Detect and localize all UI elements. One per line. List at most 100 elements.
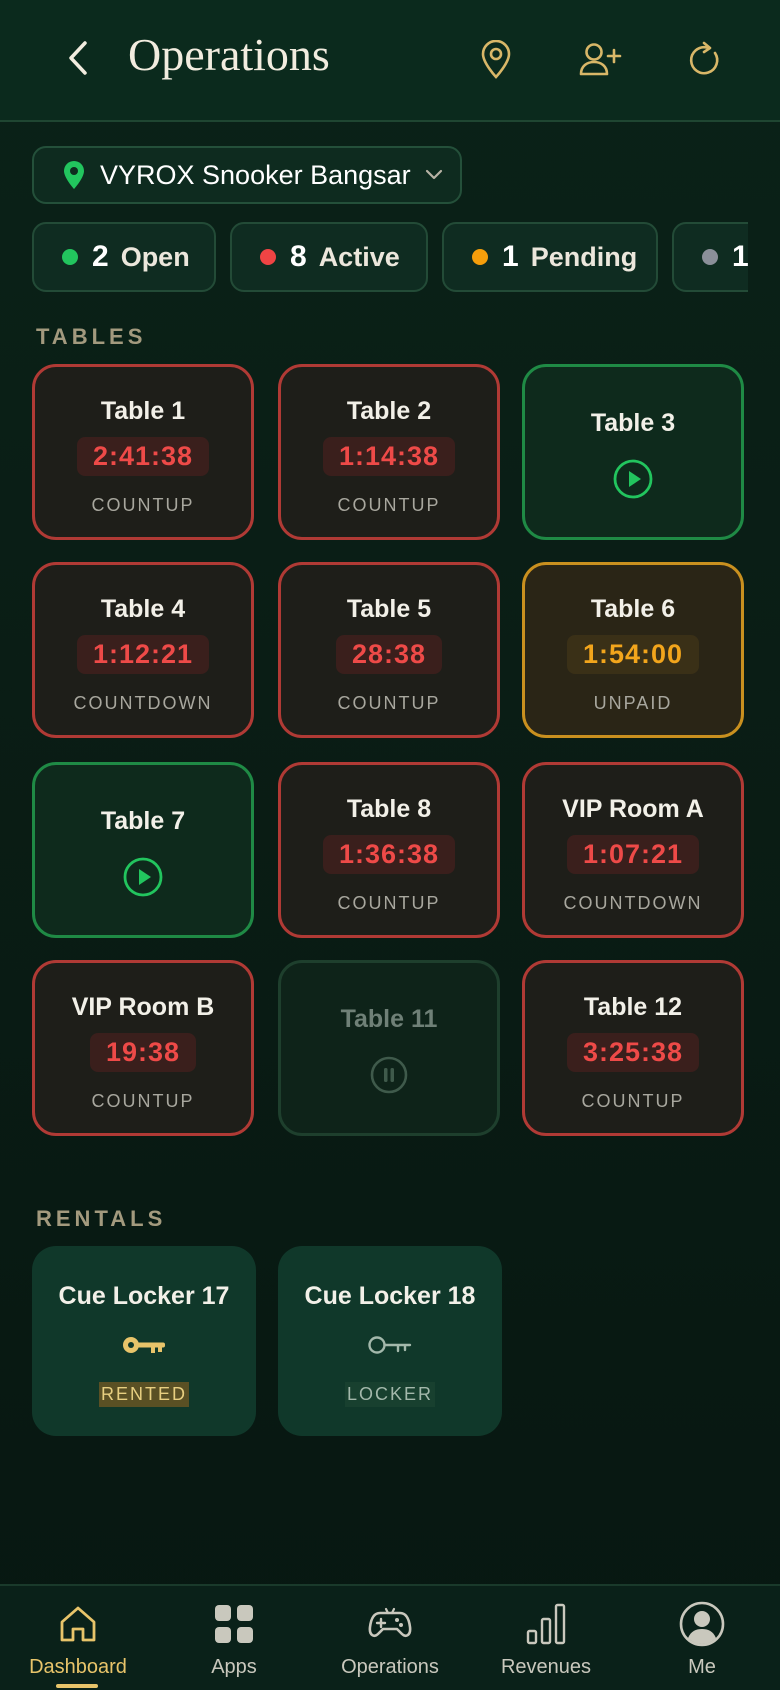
table-timer: 1:12:21	[76, 635, 210, 674]
chip-pending[interactable]: 1 Pending	[442, 222, 658, 292]
refresh-icon	[689, 41, 719, 75]
table-tile[interactable]: VIP Room A 1:07:21 COUNTDOWN	[522, 762, 744, 938]
timer-mode: COUNTUP	[581, 1091, 685, 1111]
table-timer: 1:14:38	[322, 437, 456, 476]
timer-mode: COUNTUP	[91, 495, 195, 515]
table-tile[interactable]: Table 8 1:36:38 COUNTUP	[278, 762, 500, 938]
chevron-left-icon	[69, 41, 87, 75]
home-icon	[60, 1606, 96, 1642]
chevron-down-icon	[425, 169, 442, 180]
chip-open[interactable]: 2 Open	[32, 222, 216, 292]
rental-tile[interactable]: Cue Locker 17 RENTED	[32, 1246, 256, 1436]
key-icon	[123, 1337, 165, 1353]
bottom-navigation: Dashboard Apps Operations Revenues Me	[0, 1584, 780, 1690]
status-dot	[62, 249, 78, 265]
status-dot	[702, 249, 718, 265]
table-timer: 1:36:38	[322, 835, 456, 874]
timer-mode: COUNTUP	[337, 495, 441, 515]
table-name: Table 12	[583, 993, 683, 1021]
table-timer: 1:54:00	[566, 635, 700, 674]
bar-chart-icon	[526, 1603, 566, 1645]
table-name: VIP Room A	[562, 795, 704, 823]
user-plus-icon	[579, 43, 622, 76]
section-title-tables: TABLES	[36, 324, 147, 349]
chip-count: 2	[92, 240, 109, 273]
play-icon[interactable]	[123, 857, 163, 897]
nav-me[interactable]: Me	[624, 1586, 780, 1690]
gamepad-icon	[368, 1607, 412, 1638]
nav-revenues[interactable]: Revenues	[468, 1586, 624, 1690]
status-filter-row: 2 Open 8 Active 1 Pending 1	[32, 222, 748, 294]
map-pin-icon	[481, 40, 511, 79]
chip-other[interactable]: 1	[672, 222, 748, 292]
nav-label: Me	[688, 1656, 716, 1678]
table-name: Table 4	[100, 595, 186, 623]
nav-label: Revenues	[500, 1656, 592, 1678]
chip-active[interactable]: 8 Active	[230, 222, 428, 292]
timer-mode: COUNTUP	[91, 1091, 195, 1111]
app-header: Operations	[0, 0, 780, 122]
location-pin-icon	[64, 161, 84, 189]
add-user-button[interactable]	[576, 36, 624, 84]
chip-count: 1	[732, 240, 748, 273]
chip-count: 8	[290, 240, 307, 273]
timer-mode: COUNTUP	[337, 893, 441, 913]
table-timer: 3:25:38	[566, 1033, 700, 1072]
timer-mode: UNPAID	[593, 693, 673, 713]
table-timer: 28:38	[335, 635, 443, 674]
table-name: Table 2	[346, 397, 432, 425]
table-tile[interactable]: VIP Room B 19:38 COUNTUP	[32, 960, 254, 1136]
venue-name: VYROX Snooker Bangsar	[100, 159, 411, 190]
table-name: Table 6	[590, 595, 676, 623]
rental-name: Cue Locker 17	[58, 1282, 230, 1310]
rental-status-badge: RENTED	[98, 1382, 189, 1407]
nav-label: Apps	[211, 1656, 257, 1678]
chip-label: Active	[318, 241, 400, 272]
timer-mode: COUNTDOWN	[563, 893, 703, 913]
table-timer: 1:07:21	[566, 835, 700, 874]
pause-icon[interactable]	[369, 1055, 409, 1095]
table-name: Table 7	[100, 807, 186, 835]
table-tile[interactable]: Table 12 3:25:38 COUNTUP	[522, 960, 744, 1136]
status-dot	[260, 249, 276, 265]
table-tile[interactable]: Table 3	[522, 364, 744, 540]
table-tile[interactable]: Table 7	[32, 762, 254, 938]
nav-label: Dashboard	[29, 1656, 127, 1678]
refresh-button[interactable]	[680, 36, 728, 84]
chip-label: Pending	[530, 241, 638, 272]
table-tile[interactable]: Table 4 1:12:21 COUNTDOWN	[32, 562, 254, 738]
table-tile[interactable]: Table 2 1:14:38 COUNTUP	[278, 364, 500, 540]
nav-operations[interactable]: Operations	[312, 1586, 468, 1690]
active-indicator	[56, 1684, 98, 1688]
chip-label: Open	[120, 241, 190, 272]
page-title: Operations	[128, 29, 330, 80]
table-timer: 19:38	[89, 1033, 197, 1072]
key-outline-icon	[368, 1336, 412, 1354]
back-button[interactable]	[60, 36, 96, 80]
timer-mode: COUNTUP	[337, 693, 441, 713]
nav-label: Operations	[341, 1656, 439, 1678]
venue-selector[interactable]: VYROX Snooker Bangsar	[32, 146, 462, 204]
table-name: Table 1	[100, 397, 186, 425]
table-name: Table 8	[346, 795, 432, 823]
rental-tile[interactable]: Cue Locker 18 LOCKER	[278, 1246, 502, 1436]
timer-mode: COUNTDOWN	[73, 693, 213, 713]
rental-status-badge: LOCKER	[344, 1382, 436, 1407]
play-icon[interactable]	[613, 459, 653, 499]
table-name: Table 5	[346, 595, 432, 623]
table-name: Table 3	[590, 409, 676, 437]
table-name: VIP Room B	[71, 993, 215, 1021]
chip-count: 1	[502, 240, 519, 273]
table-tile[interactable]: Table 11	[278, 960, 500, 1136]
location-button[interactable]	[472, 36, 520, 84]
table-tile[interactable]: Table 6 1:54:00 UNPAID	[522, 562, 744, 738]
status-dot	[472, 249, 488, 265]
table-name: Table 11	[340, 1005, 438, 1033]
nav-dashboard[interactable]: Dashboard	[0, 1586, 156, 1690]
user-circle-icon	[679, 1601, 725, 1647]
table-tile[interactable]: Table 5 28:38 COUNTUP	[278, 562, 500, 738]
grid-icon	[215, 1605, 253, 1643]
table-tile[interactable]: Table 1 2:41:38 COUNTUP	[32, 364, 254, 540]
nav-apps[interactable]: Apps	[156, 1586, 312, 1690]
section-title-rentals: RENTALS	[36, 1206, 167, 1231]
